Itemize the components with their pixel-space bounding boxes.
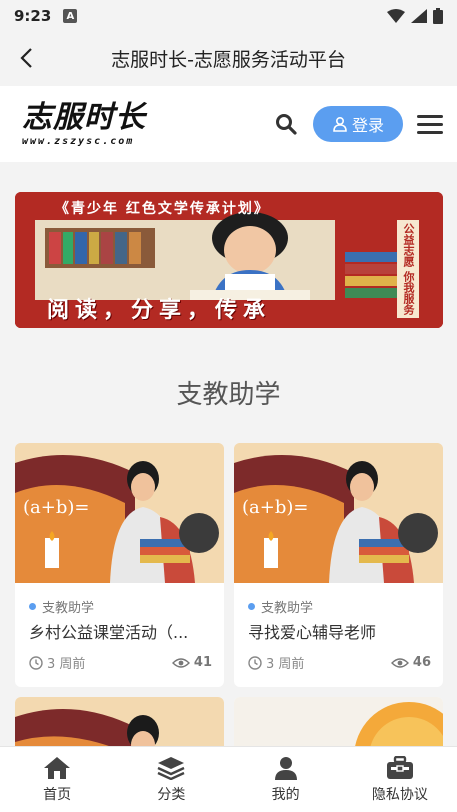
- card-time: 3 周前: [248, 653, 304, 672]
- bottom-tab-bar: 首页 分类 我的 隐私协议: [0, 746, 457, 812]
- clock-icon: [29, 655, 43, 670]
- eye-icon: [171, 657, 190, 668]
- category-dot-icon: [29, 603, 36, 610]
- tab-label: 隐私协议: [371, 786, 428, 803]
- svg-text:(a+b)=: (a+b)=: [23, 497, 89, 518]
- card-meta: 3 周前 41: [29, 653, 212, 672]
- tab-label: 我的: [271, 786, 300, 803]
- status-bar: 9:23 A: [0, 0, 457, 32]
- tab-category[interactable]: 分类: [114, 747, 228, 812]
- status-icons: [387, 8, 443, 24]
- login-button[interactable]: 登录: [313, 106, 403, 142]
- menu-line: [417, 114, 443, 118]
- tab-privacy[interactable]: 隐私协议: [343, 747, 457, 812]
- search-button[interactable]: [271, 109, 301, 139]
- teacher-illustration: (a+b)=: [15, 443, 224, 583]
- tab-home[interactable]: 首页: [0, 747, 114, 812]
- card-views: 46: [390, 655, 431, 670]
- search-icon: [276, 114, 297, 135]
- briefcase-icon: [386, 755, 413, 779]
- banner-bottom-text: 阅读，分享，传承: [47, 298, 272, 323]
- notification-badge: A: [63, 9, 78, 23]
- card-meta: 3 周前 46: [248, 653, 431, 672]
- back-button[interactable]: [0, 32, 52, 84]
- card-category: 支教助学: [29, 597, 94, 616]
- tab-label: 首页: [43, 786, 72, 803]
- signal-icon: [411, 9, 427, 23]
- menu-line: [417, 130, 443, 134]
- activity-card[interactable]: (a+b)= 支教助学 乡村公益课堂活动（... 3 周前 41: [15, 443, 224, 687]
- menu-line: [417, 122, 443, 126]
- user-outline-icon: [333, 116, 347, 132]
- user-icon: [274, 756, 297, 780]
- teacher-illustration: (a+b)=: [234, 443, 443, 583]
- clock-icon: [248, 655, 262, 670]
- card-time: 3 周前: [29, 653, 85, 672]
- svg-text:(a+b)=: (a+b)=: [242, 497, 308, 518]
- card-category: 支教助学: [248, 597, 313, 616]
- title-bar: 志服时长-志愿服务活动平台: [0, 32, 457, 84]
- card-views-count: 41: [193, 655, 212, 670]
- login-label: 登录: [351, 116, 384, 135]
- battery-icon: [433, 8, 443, 24]
- wifi-icon: [387, 9, 405, 23]
- banner-side-text: 公益志愿 你我服务: [397, 220, 419, 318]
- tab-mine[interactable]: 我的: [229, 747, 343, 812]
- card-image: (a+b)=: [15, 443, 224, 583]
- back-arrow-icon: [20, 48, 32, 68]
- card-views-count: 46: [412, 655, 431, 670]
- logo-text: 志服时长: [22, 99, 146, 135]
- card-time-text: 3 周前: [266, 657, 305, 672]
- category-dot-icon: [248, 603, 255, 610]
- site-logo[interactable]: 志服时长 www.zszysc.com: [22, 99, 146, 147]
- promo-banner[interactable]: 《青少年 红色文学传承计划》 公益志愿 你我服务 阅读，分享，传承: [15, 192, 443, 328]
- category-label: 支教助学: [261, 601, 314, 616]
- card-views: 41: [171, 655, 212, 670]
- status-time: 9:23: [14, 7, 52, 25]
- eye-icon: [390, 657, 409, 668]
- home-icon: [44, 756, 71, 779]
- logo-url: www.zszysc.com: [22, 135, 135, 147]
- section-title: 支教助学: [176, 380, 281, 410]
- tab-label: 分类: [157, 786, 186, 803]
- page-title: 志服时长-志愿服务活动平台: [111, 48, 346, 71]
- card-time-text: 3 周前: [47, 657, 86, 672]
- banner-top-text: 《青少年 红色文学传承计划》: [55, 201, 270, 217]
- card-title[interactable]: 寻找爱心辅导老师: [248, 619, 433, 643]
- activity-card[interactable]: (a+b)= 支教助学 寻找爱心辅导老师 3 周前 46: [234, 443, 443, 687]
- menu-button[interactable]: [417, 111, 443, 137]
- card-image: (a+b)=: [234, 443, 443, 583]
- card-title[interactable]: 乡村公益课堂活动（...: [29, 619, 214, 643]
- layers-icon: [157, 756, 185, 780]
- category-label: 支教助学: [42, 601, 95, 616]
- site-header: 志服时长 www.zszysc.com 登录: [0, 86, 457, 162]
